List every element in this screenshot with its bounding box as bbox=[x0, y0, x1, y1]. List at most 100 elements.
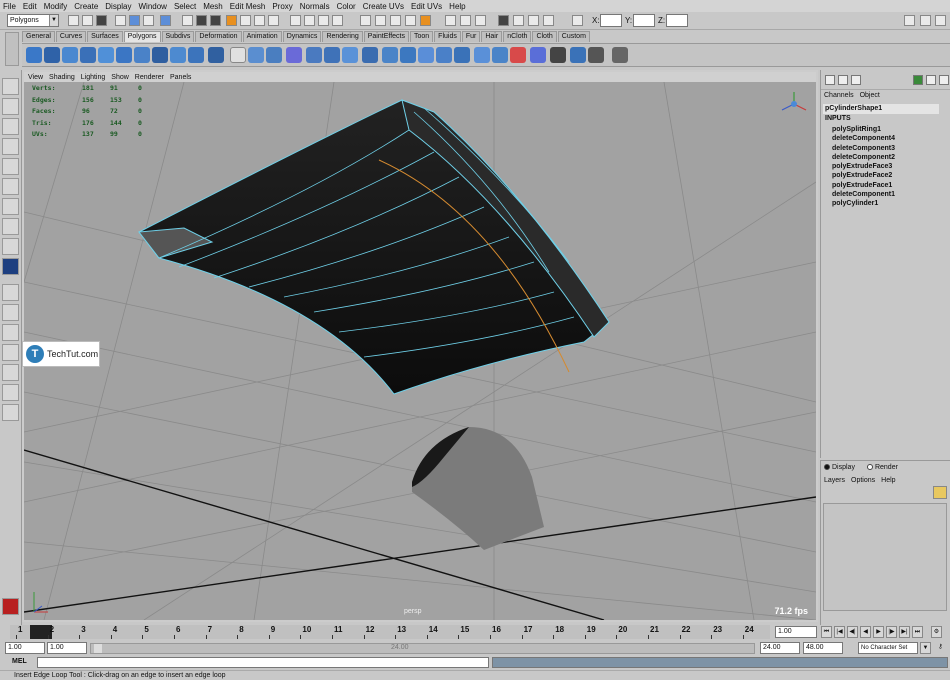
range-slider-thumb[interactable] bbox=[94, 644, 102, 653]
offset-edge-loop-icon[interactable] bbox=[474, 47, 490, 63]
chevron-down-icon[interactable]: ▼ bbox=[920, 642, 931, 654]
shelf-tab-fluids[interactable]: Fluids bbox=[434, 31, 461, 42]
persp-outliner-layout-icon[interactable] bbox=[2, 324, 19, 341]
smooth-icon[interactable] bbox=[286, 47, 302, 63]
persp-graph-layout-icon[interactable] bbox=[2, 344, 19, 361]
show-manipulator-icon[interactable] bbox=[2, 238, 19, 255]
go-to-start-icon[interactable]: ⏮ bbox=[821, 626, 832, 638]
history-item[interactable]: polyCylinder1 bbox=[832, 199, 895, 208]
mel-command-input[interactable] bbox=[37, 657, 489, 668]
shelf-tab-surfaces[interactable]: Surfaces bbox=[87, 31, 123, 42]
new-scene-icon[interactable] bbox=[68, 15, 79, 26]
shelf-tab-animation[interactable]: Animation bbox=[242, 31, 282, 42]
select-object-icon[interactable] bbox=[129, 15, 140, 26]
toggle-attribute-editor-icon[interactable] bbox=[904, 15, 915, 26]
menu-proxy[interactable]: Proxy bbox=[272, 2, 292, 11]
poly-helix-icon[interactable] bbox=[188, 47, 204, 63]
poly-cone-icon[interactable] bbox=[80, 47, 96, 63]
paint-select-tool-icon[interactable] bbox=[2, 118, 19, 135]
split-polygon-icon[interactable] bbox=[436, 47, 452, 63]
animation-end-field[interactable]: 48.00 bbox=[803, 642, 843, 654]
perspective-viewport[interactable]: Verts: 181 91 0 Edges: 156 153 0 Faces: 96 72 0 T… bbox=[24, 82, 816, 620]
range-slider[interactable]: 24.00 bbox=[90, 643, 755, 654]
history-item[interactable]: deleteComponent2 bbox=[832, 153, 895, 162]
append-polygon-icon[interactable] bbox=[418, 47, 434, 63]
character-set-dropdown[interactable]: No Character Set bbox=[858, 642, 918, 654]
boolean-difference-icon[interactable] bbox=[324, 47, 340, 63]
cylindrical-mapping-icon[interactable] bbox=[530, 47, 546, 63]
menu-window[interactable]: Window bbox=[139, 2, 167, 11]
output-ops-icon[interactable] bbox=[390, 15, 401, 26]
play-backward-icon[interactable]: ◀ bbox=[860, 626, 871, 638]
pick-uv-icon[interactable] bbox=[240, 15, 251, 26]
pick-misc-icon[interactable] bbox=[254, 15, 265, 26]
save-scene-icon[interactable] bbox=[96, 15, 107, 26]
combine-icon[interactable] bbox=[230, 47, 246, 63]
channel-box-tab-channels[interactable]: Channels bbox=[824, 92, 854, 99]
universal-manipulator-icon[interactable] bbox=[2, 198, 19, 215]
history-item[interactable]: deleteComponent3 bbox=[832, 144, 895, 153]
scale-tool-icon[interactable] bbox=[2, 178, 19, 195]
step-forward-key-icon[interactable]: ▶| bbox=[899, 626, 910, 638]
menu-file[interactable]: File bbox=[3, 2, 16, 11]
shelf-menu-button[interactable] bbox=[5, 32, 19, 66]
menu-set-dropdown[interactable]: Polygons ▼ bbox=[7, 14, 59, 27]
channel-box-attr-icon[interactable] bbox=[851, 75, 861, 85]
go-to-end-icon[interactable]: ⏭ bbox=[912, 626, 923, 638]
menu-color[interactable]: Color bbox=[337, 2, 356, 11]
history-item[interactable]: polySplitRing1 bbox=[832, 125, 895, 134]
bridge-icon[interactable] bbox=[400, 47, 416, 63]
panel-menu-show[interactable]: Show bbox=[111, 74, 129, 81]
menu-create-uvs[interactable]: Create UVs bbox=[363, 2, 404, 11]
poly-pyramid-icon[interactable] bbox=[152, 47, 168, 63]
rotate-tool-icon[interactable] bbox=[2, 158, 19, 175]
layer-menu-layers[interactable]: Layers bbox=[824, 477, 845, 484]
radio-render[interactable]: Render bbox=[866, 464, 898, 471]
layer-menu-options[interactable]: Options bbox=[851, 477, 875, 484]
select-hierarchy-icon[interactable] bbox=[115, 15, 126, 26]
four-view-layout-icon[interactable] bbox=[2, 304, 19, 321]
input-ops-icon[interactable] bbox=[375, 15, 386, 26]
playback-end-field[interactable]: 24.00 bbox=[760, 642, 800, 654]
new-layer-icon[interactable] bbox=[933, 486, 947, 499]
lasso-tool-icon[interactable] bbox=[2, 98, 19, 115]
filter-icon[interactable] bbox=[182, 15, 193, 26]
history-icon[interactable] bbox=[360, 15, 371, 26]
panel-menu-shading[interactable]: Shading bbox=[49, 74, 75, 81]
mel-label[interactable]: MEL bbox=[12, 658, 27, 665]
history-item[interactable]: deleteComponent4 bbox=[832, 134, 895, 143]
shelf-tab-deformation[interactable]: Deformation bbox=[195, 31, 242, 42]
z-input[interactable] bbox=[666, 14, 688, 27]
tool-settings-icon[interactable] bbox=[513, 15, 524, 26]
outliner-layout-icon[interactable] bbox=[2, 384, 19, 401]
planar-mapping-icon[interactable] bbox=[510, 47, 526, 63]
uv-texture-editor-icon[interactable] bbox=[588, 47, 604, 63]
menu-normals[interactable]: Normals bbox=[300, 2, 330, 11]
menu-create[interactable]: Create bbox=[74, 2, 98, 11]
poly-sphere-icon[interactable] bbox=[26, 47, 42, 63]
mirror-geometry-icon[interactable] bbox=[362, 47, 378, 63]
poly-soccer-ball-icon[interactable] bbox=[208, 47, 224, 63]
menu-edit-uvs[interactable]: Edit UVs bbox=[411, 2, 442, 11]
shelf-tab-cloth[interactable]: Cloth bbox=[532, 31, 557, 42]
history-item[interactable]: polyExtrudeFace1 bbox=[832, 181, 895, 190]
automatic-mapping-icon[interactable] bbox=[570, 47, 586, 63]
poly-cylinder-icon[interactable] bbox=[62, 47, 78, 63]
shelf-tab-painteffects[interactable]: PaintEffects bbox=[363, 31, 409, 42]
ipr-render-icon[interactable] bbox=[460, 15, 471, 26]
select-component-icon[interactable] bbox=[143, 15, 154, 26]
shelf-tab-fur[interactable]: Fur bbox=[461, 31, 481, 42]
play-forward-icon[interactable]: ▶ bbox=[873, 626, 884, 638]
selected-object-name[interactable]: pCylinderShape1 bbox=[823, 104, 939, 114]
snap-grid-icon[interactable] bbox=[290, 15, 301, 26]
shelf-tab-hair[interactable]: Hair bbox=[481, 31, 503, 42]
toggle-tool-settings-icon[interactable] bbox=[920, 15, 931, 26]
poly-prism-icon[interactable] bbox=[134, 47, 150, 63]
channel-box-icon[interactable] bbox=[528, 15, 539, 26]
sculpt-geometry-icon[interactable] bbox=[612, 47, 628, 63]
radio-display[interactable]: Display bbox=[824, 464, 855, 471]
insert-edge-loop-tool-icon[interactable] bbox=[2, 258, 19, 275]
mask-icon[interactable] bbox=[160, 15, 171, 26]
poly-plane-icon[interactable] bbox=[98, 47, 114, 63]
pick-face-icon[interactable] bbox=[226, 15, 237, 26]
